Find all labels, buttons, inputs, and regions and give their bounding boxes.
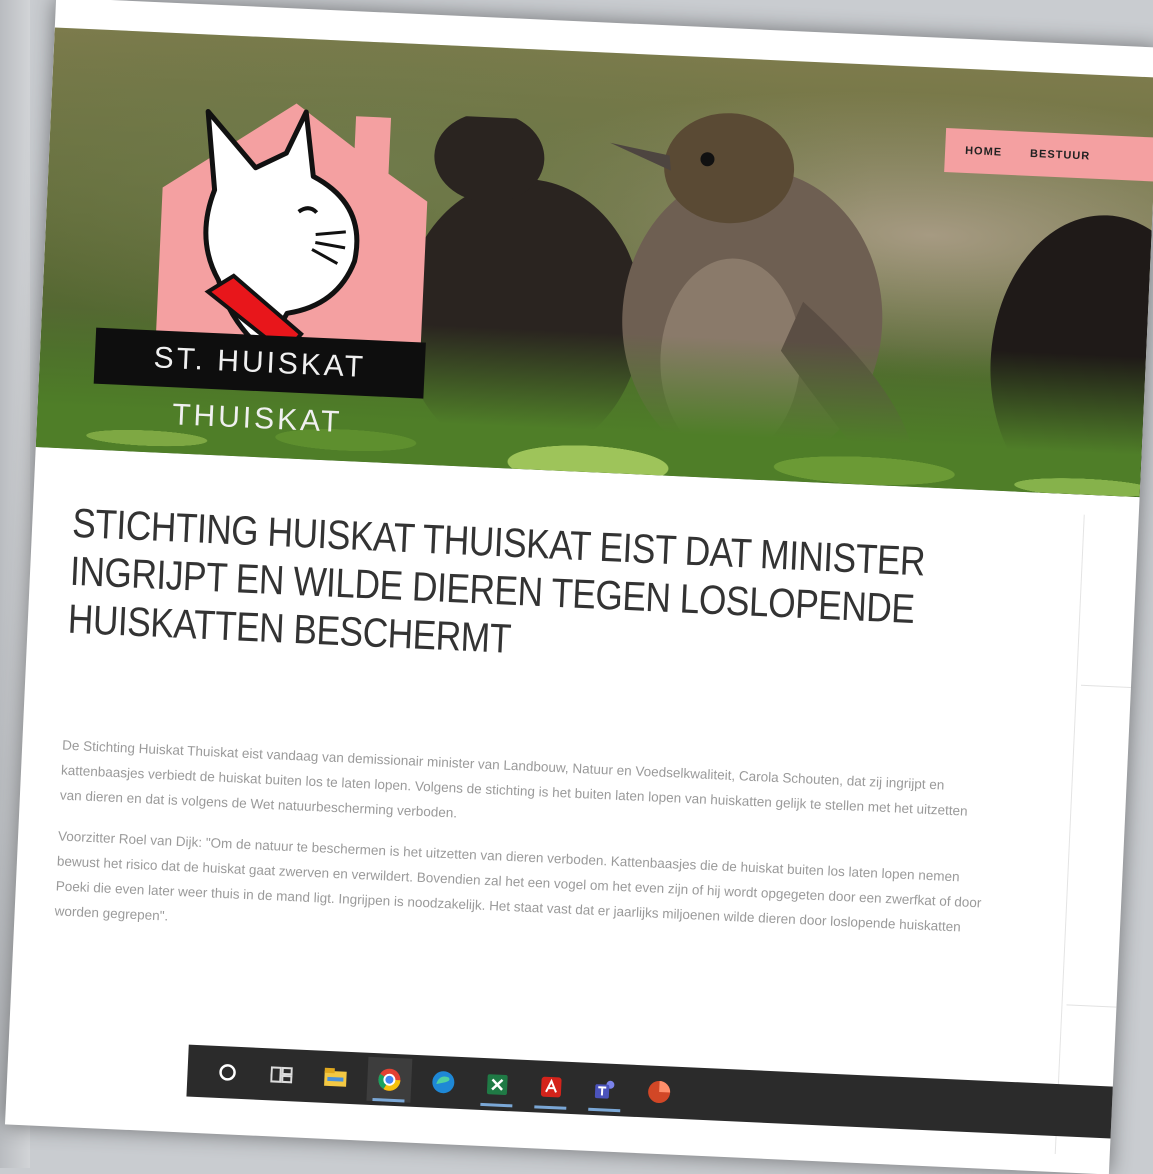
sidebar-rule bbox=[1080, 684, 1141, 689]
article-title: STICHTING HUISKAT THUISKAT EIST DAT MINI… bbox=[66, 499, 927, 662]
article-paragraph: Voorzitter Roel van Dijk: "Om de natuur … bbox=[54, 828, 982, 935]
acrobat-icon[interactable] bbox=[528, 1064, 574, 1110]
chrome-icon[interactable] bbox=[366, 1056, 413, 1103]
file-explorer-icon[interactable] bbox=[312, 1054, 358, 1100]
nav-home[interactable]: HOME bbox=[965, 145, 1003, 159]
article-body: De Stichting Huiskat Thuiskat eist vanda… bbox=[54, 733, 992, 966]
running-indicator bbox=[588, 1107, 621, 1113]
cortana-circle-icon[interactable] bbox=[205, 1049, 251, 1095]
powerpoint-icon[interactable] bbox=[636, 1069, 682, 1115]
edge-icon[interactable] bbox=[420, 1059, 466, 1105]
sidebar-divider bbox=[1054, 514, 1085, 1155]
windows-taskbar bbox=[186, 1044, 1131, 1140]
monitor-screen: HOME BESTUUR ST. HUISKAT THUISKAT STICHT… bbox=[4, 0, 1153, 1174]
header-hero-image: HOME BESTUUR ST. HUISKAT THUISKAT bbox=[35, 27, 1153, 498]
running-indicator bbox=[480, 1102, 513, 1108]
running-indicator bbox=[534, 1105, 567, 1110]
main-nav: HOME BESTUUR bbox=[944, 128, 1153, 182]
article: STICHTING HUISKAT THUISKAT EIST DAT MINI… bbox=[53, 499, 1002, 982]
excel-icon[interactable] bbox=[474, 1062, 520, 1108]
active-indicator bbox=[372, 1098, 405, 1103]
teams-icon[interactable] bbox=[582, 1067, 628, 1113]
nav-bestuur[interactable]: BESTUUR bbox=[1030, 148, 1091, 163]
sidebar-rule bbox=[1066, 1004, 1127, 1009]
task-view-icon[interactable] bbox=[259, 1052, 305, 1098]
